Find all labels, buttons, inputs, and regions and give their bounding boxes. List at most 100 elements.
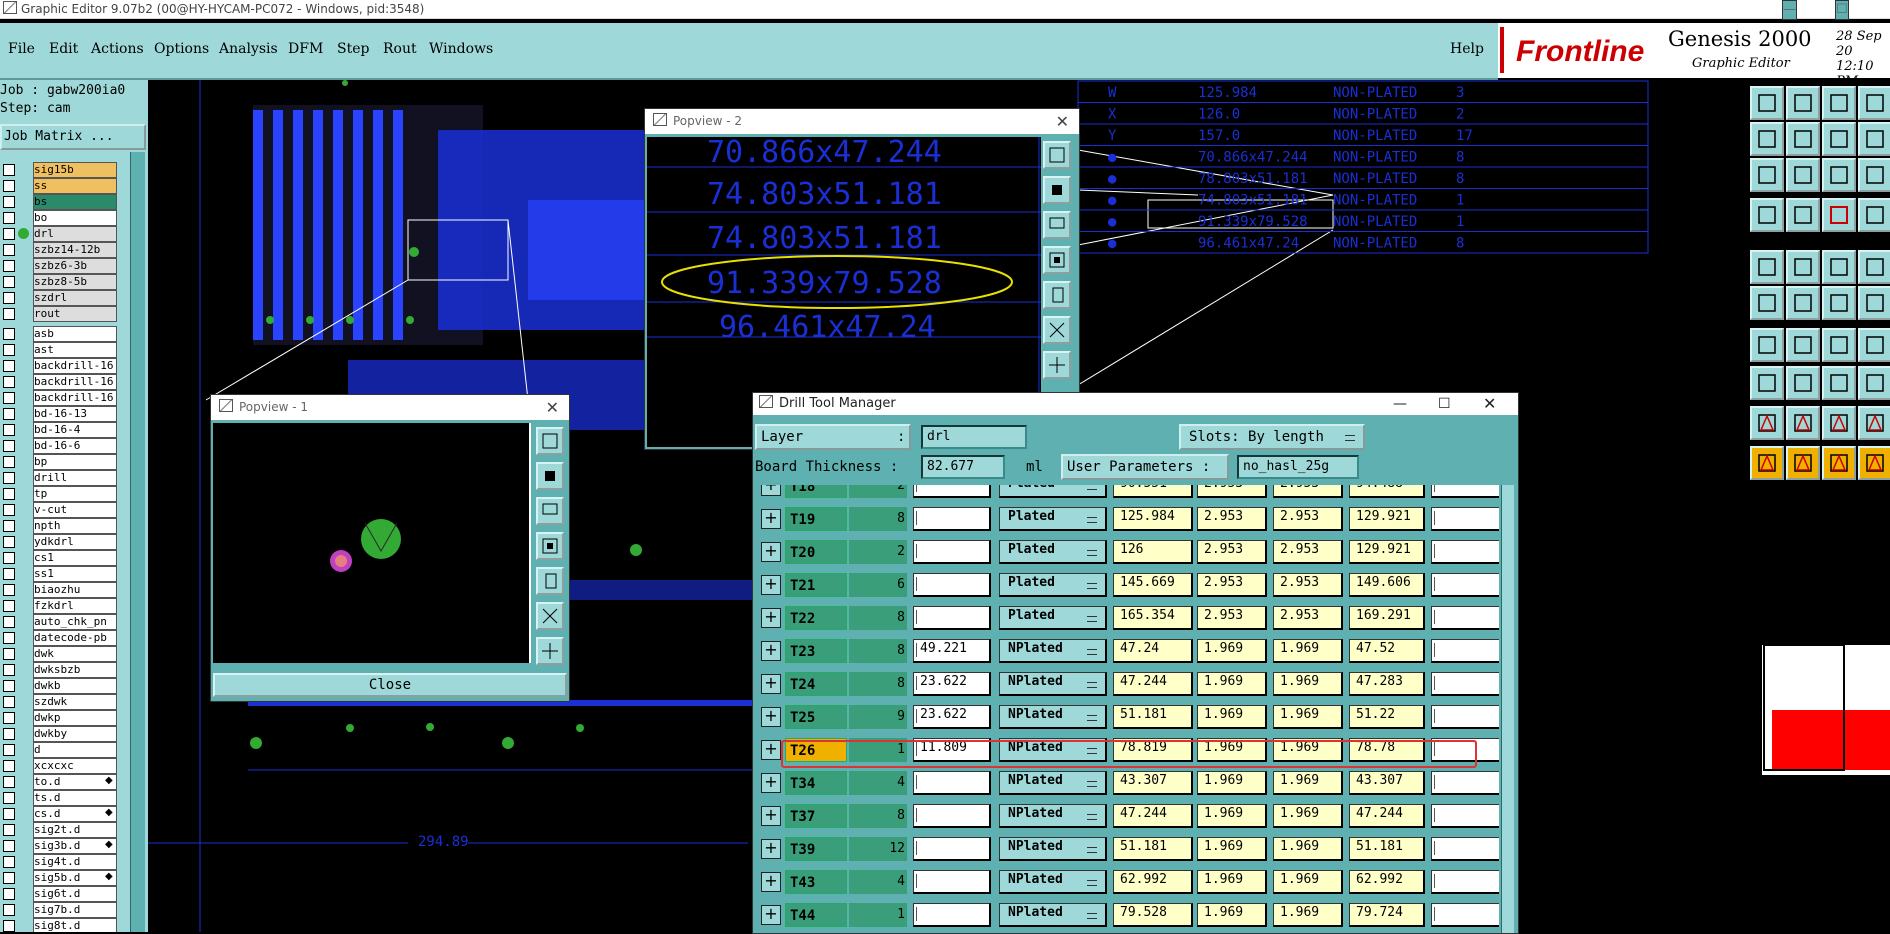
triangle-a-icon[interactable] (1786, 406, 1820, 440)
tool-cell-c6[interactable] (1431, 771, 1499, 795)
tool-cell-c5[interactable]: 129.921 (1349, 540, 1425, 564)
layer-checkbox[interactable] (3, 488, 15, 500)
layer-checkbox[interactable] (3, 228, 15, 240)
break-icon[interactable] (1858, 286, 1890, 320)
tool-row[interactable]: + T20 2 Plated 126 2.953 2.953 129.921 (757, 537, 1499, 567)
layer-name[interactable]: ast (33, 342, 117, 358)
tool-cell-c4[interactable]: 1.969 (1273, 903, 1343, 927)
close-icon[interactable]: ✕ (546, 395, 559, 420)
layer-name[interactable]: sig4t.d (33, 854, 117, 870)
layer-row[interactable]: sig8t.d (0, 918, 120, 932)
tool-cell-c6[interactable] (1431, 485, 1499, 498)
layer-row[interactable]: bd-16-4 (0, 422, 120, 438)
layer-name[interactable]: szbz14-12b (33, 242, 117, 258)
layer-row[interactable]: dwksbzb (0, 662, 120, 678)
tool-cell-c4[interactable]: 1.969 (1273, 639, 1343, 663)
expand-row-icon[interactable]: + (761, 674, 781, 694)
plating-dropdown[interactable]: NPlated (999, 672, 1107, 696)
layer-name[interactable]: sig6t.d (33, 886, 117, 902)
minimize-icon[interactable]: — (1782, 0, 1797, 20)
paste-icon[interactable] (1786, 122, 1820, 156)
layer-checkbox[interactable] (3, 616, 15, 628)
layer-name[interactable]: asb (33, 326, 117, 342)
layer-name[interactable]: biaozhu (33, 582, 117, 598)
expand-row-icon[interactable]: + (761, 806, 781, 826)
insert-icon[interactable] (1750, 366, 1784, 400)
layer-row[interactable]: sig6t.d (0, 886, 120, 902)
layer-row[interactable]: sig15b (0, 162, 120, 178)
layer-row[interactable]: npth (0, 518, 120, 534)
tool-cell-c6[interactable] (1431, 540, 1499, 564)
plating-dropdown[interactable]: NPlated (999, 738, 1107, 762)
tool-cell-c1[interactable] (913, 804, 991, 828)
layer-name[interactable]: backdrill-16 (33, 374, 117, 390)
step-icon[interactable] (1750, 86, 1784, 120)
layer-name[interactable]: cs1 (33, 550, 117, 566)
layer-checkbox[interactable] (3, 728, 15, 740)
layer-name[interactable]: ydkdrl (33, 534, 117, 550)
expand-row-icon[interactable]: + (761, 707, 781, 727)
layer-name[interactable]: backdrill-16 (33, 390, 117, 406)
layer-row[interactable]: dwk (0, 646, 120, 662)
layer-name[interactable]: v-cut (33, 502, 117, 518)
tool-cell-c3[interactable]: 1.969 (1197, 639, 1267, 663)
tool-cell-c5[interactable]: 78.78 (1349, 738, 1425, 762)
layer-checkbox[interactable] (3, 632, 15, 644)
vertex-icon[interactable] (1858, 406, 1890, 440)
tool-row[interactable]: + T19 8 Plated 125.984 2.953 2.953 129.921 (757, 504, 1499, 534)
tool-cell-c3[interactable]: 1.969 (1197, 738, 1267, 762)
layer-name[interactable]: sig2t.d (33, 822, 117, 838)
layer-name[interactable]: szbz8-5b (33, 274, 117, 290)
layer-name[interactable]: fzkdrl (33, 598, 117, 614)
popview-1-close-button[interactable]: Close (213, 673, 567, 697)
layer-checkbox[interactable] (3, 840, 15, 852)
user-params-field[interactable]: no_hasl_25g (1237, 455, 1359, 479)
tool-cell-c5[interactable]: 149.606 (1349, 573, 1425, 597)
zoom-in-button[interactable] (1043, 141, 1071, 169)
layer-row[interactable]: bp (0, 454, 120, 470)
layer-name[interactable]: bd-16-6 (33, 438, 117, 454)
layer-name[interactable]: backdrill-16 (33, 358, 117, 374)
align-icon[interactable] (1858, 328, 1890, 362)
tool-name[interactable]: T22 (785, 606, 847, 630)
home-icon[interactable] (1822, 86, 1856, 120)
layer-name[interactable]: dwk (33, 646, 117, 662)
move-point-icon[interactable] (1858, 366, 1890, 400)
tool-cell-c3[interactable]: 2.953 (1197, 573, 1267, 597)
layer-row[interactable]: szbz14-12b (0, 242, 120, 258)
pad-icon[interactable] (1786, 198, 1820, 232)
layer-name[interactable]: dwkby (33, 726, 117, 742)
popview-2-titlebar[interactable]: Popview - 2 ✕ (645, 109, 1079, 134)
layer-name[interactable]: npth (33, 518, 117, 534)
layer-checkbox[interactable] (3, 392, 15, 404)
layer-row[interactable]: szbz6-3b (0, 258, 120, 274)
tool-cell-c3[interactable]: 1.969 (1197, 804, 1267, 828)
tool-cell-c6[interactable] (1431, 804, 1499, 828)
menu-rout[interactable]: Rout (383, 41, 417, 57)
menu-actions[interactable]: Actions (91, 41, 144, 57)
tool-cell-c1[interactable] (913, 507, 991, 531)
layer-name[interactable]: sig7b.d (33, 902, 117, 918)
layer-checkbox[interactable] (3, 664, 15, 676)
tool-cell-c1[interactable] (913, 903, 991, 927)
tool-name[interactable]: T37 (785, 804, 847, 828)
tool-cell-c6[interactable] (1431, 573, 1499, 597)
tool-cell-c3[interactable]: 2.953 (1197, 606, 1267, 630)
layer-name[interactable]: szbz6-3b (33, 258, 117, 274)
tool-cell-c5[interactable]: 51.22 (1349, 705, 1425, 729)
layer-row[interactable]: ss1 (0, 566, 120, 582)
layer-row[interactable]: sig7b.d (0, 902, 120, 918)
layers-icon[interactable] (1858, 86, 1890, 120)
pointer-icon[interactable] (1750, 446, 1784, 480)
layer-row[interactable]: szbz8-5b (0, 274, 120, 290)
layer-row[interactable]: rout (0, 306, 120, 322)
center-button[interactable] (536, 637, 564, 665)
tool-cell-c4[interactable]: 1.969 (1273, 738, 1343, 762)
layer-row[interactable]: auto_chk_pn (0, 614, 120, 630)
tool-cell-c5[interactable]: 169.291 (1349, 606, 1425, 630)
tool-cell-c4[interactable]: 2.953 (1273, 507, 1343, 531)
layer-name[interactable]: dwkp (33, 710, 117, 726)
tool-cell-c3[interactable]: 1.969 (1197, 870, 1267, 894)
expand-row-icon[interactable]: + (761, 773, 781, 793)
dtm-titlebar[interactable]: Drill Tool Manager — ☐ ✕ (753, 393, 1518, 415)
